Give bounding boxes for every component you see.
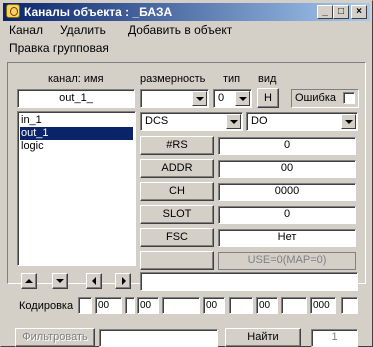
encoding-field[interactable]: 00 xyxy=(95,297,122,314)
extra-button[interactable] xyxy=(140,251,214,270)
minimize-button[interactable]: _ xyxy=(317,5,333,19)
encoding-field[interactable] xyxy=(162,297,200,314)
chevron-down-icon[interactable] xyxy=(341,114,356,129)
move-left-button[interactable] xyxy=(86,273,102,289)
param-rs-button[interactable]: #RS xyxy=(140,136,214,155)
view-button[interactable]: Н xyxy=(257,88,279,108)
filter-button[interactable]: Фильтровать xyxy=(15,328,95,347)
error-checkbox[interactable] xyxy=(343,92,355,104)
use-map-value: USE=0(MAP=0) xyxy=(218,252,356,270)
arrow-down-icon xyxy=(56,279,64,283)
list-item[interactable]: logic xyxy=(20,140,133,153)
encoding-field[interactable]: 00 xyxy=(256,297,278,314)
encoding-field[interactable] xyxy=(341,297,358,314)
channel-list[interactable]: in_1 out_1 logic xyxy=(17,111,136,266)
driver-dropdown[interactable]: DCS xyxy=(140,112,243,131)
encoding-field[interactable]: 000 xyxy=(310,297,336,314)
arrow-up-icon xyxy=(25,279,33,283)
error-label: Ошибка xyxy=(295,92,336,104)
maximize-button[interactable]: □ xyxy=(333,5,349,19)
find-count: 1 xyxy=(311,329,358,347)
encoding-field[interactable] xyxy=(78,297,92,314)
app-icon xyxy=(6,4,20,18)
type-dropdown[interactable]: 0 xyxy=(213,89,252,108)
mode-value: DO xyxy=(251,115,268,127)
title-bar[interactable]: Каналы объекта : _БАЗА _ □ × xyxy=(3,3,370,21)
param-ch-value[interactable]: 0000 xyxy=(218,183,356,201)
param-fsc-button[interactable]: FSC xyxy=(140,228,214,247)
dimension-dropdown[interactable] xyxy=(140,89,209,108)
view-label: вид xyxy=(258,73,277,85)
param-rs-value[interactable]: 0 xyxy=(218,137,356,155)
chevron-down-icon[interactable] xyxy=(192,91,207,106)
list-item[interactable]: in_1 xyxy=(20,114,133,127)
param-ch-button[interactable]: CH xyxy=(140,182,214,201)
encoding-field[interactable] xyxy=(229,297,253,314)
arrow-right-icon xyxy=(122,277,126,285)
close-button[interactable]: × xyxy=(351,5,367,19)
arrow-left-icon xyxy=(92,277,96,285)
chevron-down-icon[interactable] xyxy=(235,91,250,106)
encoding-field[interactable] xyxy=(281,297,307,314)
move-right-button[interactable] xyxy=(115,273,131,289)
error-group: Ошибка xyxy=(291,89,359,108)
channel-name-label: канал: имя xyxy=(48,73,104,85)
channels-window: Каналы объекта : _БАЗА _ □ × Канал Удали… xyxy=(0,0,373,347)
channel-name-input[interactable]: out_1_ xyxy=(17,89,135,108)
menu-add-to-object[interactable]: Добавить в объект xyxy=(128,23,232,37)
menu-delete[interactable]: Удалить xyxy=(60,23,106,37)
list-item-selected[interactable]: out_1 xyxy=(20,127,133,140)
move-down-button[interactable] xyxy=(52,273,68,289)
find-button[interactable]: Найти xyxy=(225,328,301,347)
param-addr-button[interactable]: ADDR xyxy=(140,159,214,178)
nav-input[interactable] xyxy=(140,272,358,291)
chevron-down-icon[interactable] xyxy=(226,114,241,129)
encoding-field[interactable]: 00 xyxy=(137,297,159,314)
param-fsc-value[interactable]: Нет xyxy=(218,229,356,247)
encoding-field[interactable] xyxy=(125,297,135,314)
encoding-label: Кодировка xyxy=(19,300,74,312)
encoding-field[interactable]: 00 xyxy=(203,297,225,314)
menu-group-edit[interactable]: Правка групповая xyxy=(9,41,109,55)
filter-input[interactable] xyxy=(99,329,218,347)
menu-channel[interactable]: Канал xyxy=(9,23,43,37)
param-slot-button[interactable]: SLOT xyxy=(140,205,214,224)
window-title: Каналы объекта : _БАЗА xyxy=(24,5,173,19)
param-slot-value[interactable]: 0 xyxy=(218,206,356,224)
driver-value: DCS xyxy=(145,115,169,127)
type-value: 0 xyxy=(218,92,225,104)
dimension-label: размерность xyxy=(140,73,206,85)
type-label: тип xyxy=(223,73,241,85)
param-addr-value[interactable]: 00 xyxy=(218,160,356,178)
mode-dropdown[interactable]: DO xyxy=(246,112,358,131)
move-up-button[interactable] xyxy=(21,273,37,289)
